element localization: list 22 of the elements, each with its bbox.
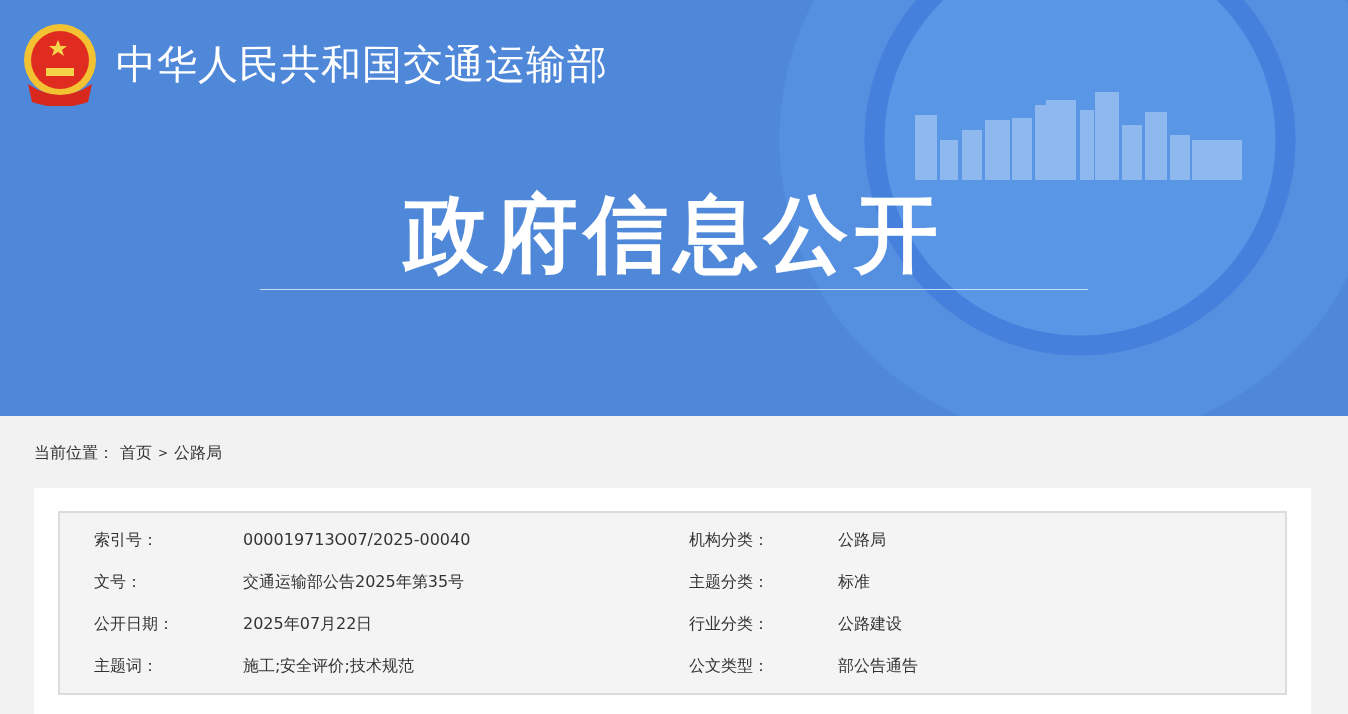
info-label: 行业分类： [689,613,770,635]
info-label: 主题词： [94,655,159,677]
breadcrumb-link[interactable]: 公路局 [174,442,223,464]
info-label: 公开日期： [94,613,175,635]
info-value: 标准 [838,571,871,593]
breadcrumb-label: 当前位置： [34,442,114,464]
info-label: 主题分类： [689,571,770,593]
info-label: 机构分类： [689,529,770,551]
breadcrumb-separator: > [158,446,169,460]
info-label: 索引号： [94,529,159,551]
info-value: 交通运输部公告2025年第35号 [243,571,466,593]
info-value: 000019713O07/2025-00040 [243,529,472,551]
info-value: 部公告通告 [838,655,919,677]
info-value: 公路局 [838,529,887,551]
site-title: 中华人民共和国交通运输部 [116,39,608,89]
info-label: 公文类型： [689,655,770,677]
info-value: 施工;安全评价;技术规范 [243,655,415,677]
info-value: 公路建设 [838,613,903,635]
info-label: 文号： [94,571,143,593]
breadcrumb-link[interactable]: 首页 [120,442,152,464]
banner-title: 政府信息公开 [404,184,944,285]
info-value: 2025年07月22日 [243,613,374,635]
